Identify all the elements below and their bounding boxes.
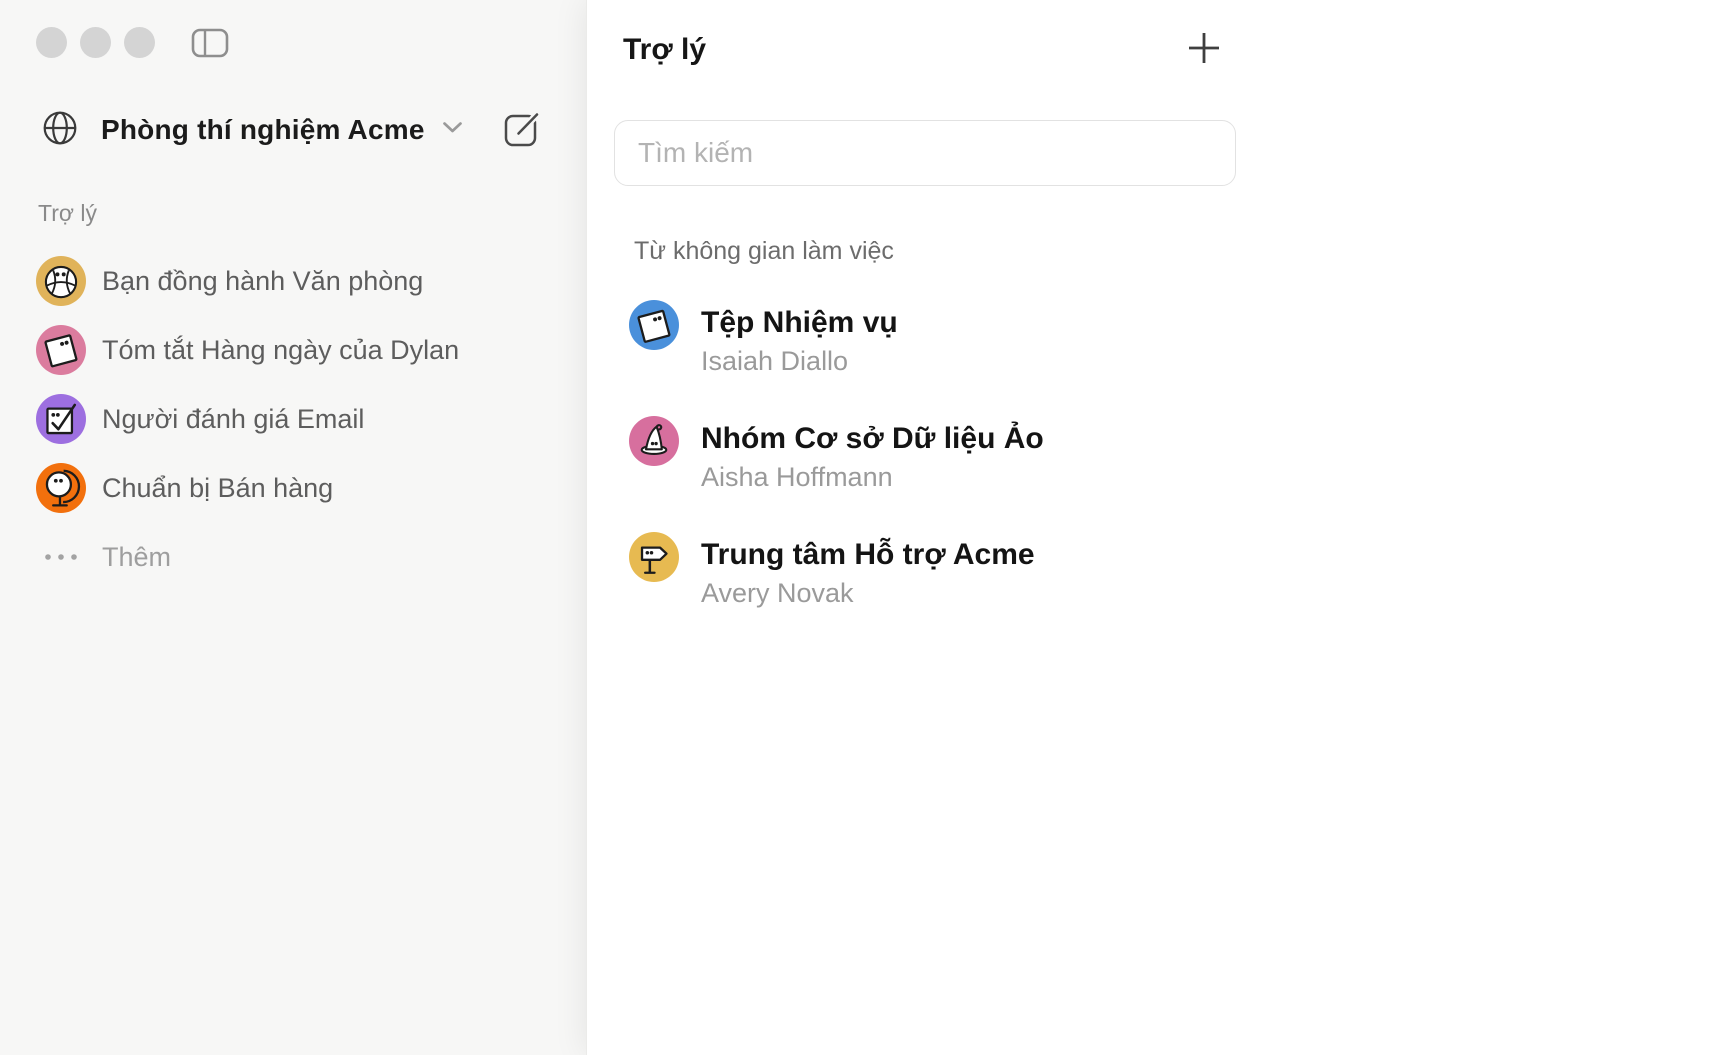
panel-title: Trợ lý xyxy=(623,33,706,67)
sidebar-toggle-icon[interactable] xyxy=(191,28,229,58)
window-zoom-button[interactable] xyxy=(124,27,155,58)
workspace-assistant-author: Isaiah Diallo xyxy=(701,343,898,380)
more-assistants-button[interactable]: Thêm xyxy=(36,532,556,582)
app-window: Phòng thí nghiệm Acme Trợ lý xyxy=(0,0,1728,1055)
compose-icon[interactable] xyxy=(503,108,543,148)
window-controls xyxy=(36,27,155,58)
assistant-item[interactable]: Người đánh giá Email xyxy=(36,394,556,444)
workspace-assistant-item[interactable]: Tệp Nhiệm vụ Isaiah Diallo xyxy=(629,300,1229,386)
workspace-assistant-item[interactable]: Trung tâm Hỗ trợ Acme Avery Novak xyxy=(629,532,1229,618)
workspace-assistant-text: Tệp Nhiệm vụ Isaiah Diallo xyxy=(701,300,898,380)
checkmark-note-icon xyxy=(36,394,86,444)
workspace-assistant-author: Avery Novak xyxy=(701,575,1035,612)
assistant-item-label: Bạn đồng hành Văn phòng xyxy=(102,266,423,297)
witch-hat-icon xyxy=(629,416,679,466)
workspace-assistant-text: Nhóm Cơ sở Dữ liệu Ảo Aisha Hoffmann xyxy=(701,416,1044,496)
add-assistant-button[interactable] xyxy=(1185,29,1223,67)
assistant-item[interactable]: Tóm tắt Hàng ngày của Dylan xyxy=(36,325,556,375)
workspace-assistant-list: Tệp Nhiệm vụ Isaiah Diallo Nhóm Cơ sở Dữ… xyxy=(629,300,1229,648)
workspace-assistant-item[interactable]: Nhóm Cơ sở Dữ liệu Ảo Aisha Hoffmann xyxy=(629,416,1229,502)
search-input[interactable] xyxy=(614,120,1236,186)
workspace-assistant-title: Tệp Nhiệm vụ xyxy=(701,303,898,343)
desk-globe-face-icon xyxy=(36,463,86,513)
sidebar-section-label: Trợ lý xyxy=(38,200,97,227)
workspace-assistant-author: Aisha Hoffmann xyxy=(701,459,1044,496)
workspace-assistant-title: Trung tâm Hỗ trợ Acme xyxy=(701,535,1035,575)
assistants-panel: Trợ lý Từ không gian làm việc Tệp Nhiệm … xyxy=(586,0,1259,1055)
assistant-item[interactable]: Chuẩn bị Bán hàng xyxy=(36,463,556,513)
assistant-item-label: Chuẩn bị Bán hàng xyxy=(102,473,333,504)
window-minimize-button[interactable] xyxy=(80,27,111,58)
ellipsis-icon xyxy=(36,553,86,561)
assistant-list: Bạn đồng hành Văn phòng Tóm tắt Hàng ngà… xyxy=(36,256,556,532)
assistant-item-label: Tóm tắt Hàng ngày của Dylan xyxy=(102,335,459,366)
panel-section-label: Từ không gian làm việc xyxy=(634,237,894,266)
assistant-item[interactable]: Bạn đồng hành Văn phòng xyxy=(36,256,556,306)
workspace-assistant-title: Nhóm Cơ sở Dữ liệu Ảo xyxy=(701,419,1044,459)
tilted-note-face-icon xyxy=(629,300,679,350)
sidebar: Phòng thí nghiệm Acme Trợ lý xyxy=(0,0,586,1055)
sidebar-more-container: Thêm xyxy=(36,532,556,582)
workspace-title: Phòng thí nghiệm Acme xyxy=(101,114,425,146)
main-content-area xyxy=(1259,0,1728,1055)
signpost-icon xyxy=(629,532,679,582)
workspace-switcher[interactable]: Phòng thí nghiệm Acme xyxy=(42,103,463,157)
globe-icon xyxy=(42,110,78,151)
more-label: Thêm xyxy=(102,542,171,573)
assistant-item-label: Người đánh giá Email xyxy=(102,404,364,435)
tilted-note-face-icon xyxy=(36,325,86,375)
basketball-face-icon xyxy=(36,256,86,306)
window-close-button[interactable] xyxy=(36,27,67,58)
chevron-down-icon xyxy=(442,121,463,139)
workspace-assistant-text: Trung tâm Hỗ trợ Acme Avery Novak xyxy=(701,532,1035,612)
